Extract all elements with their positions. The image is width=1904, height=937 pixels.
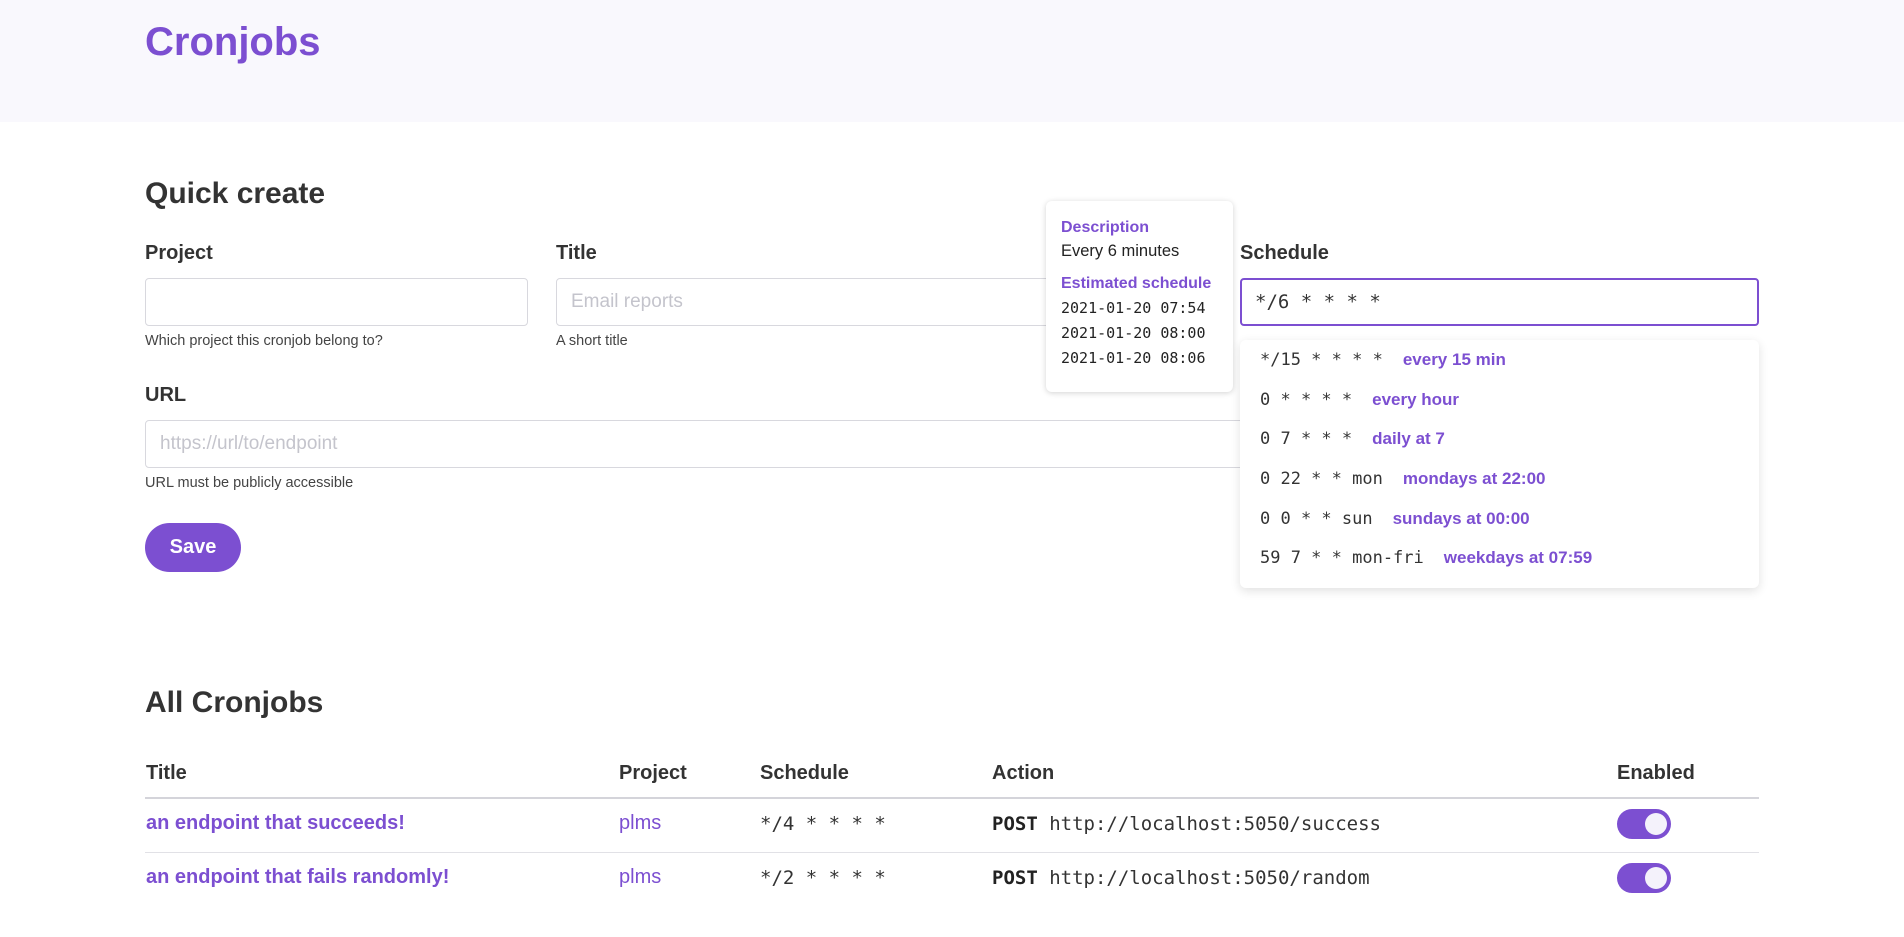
http-method: POST bbox=[992, 813, 1038, 835]
schedule-suggestions-dropdown: */15 * * * * every 15 min 0 * * * * ever… bbox=[1240, 340, 1759, 588]
quick-create-heading: Quick create bbox=[145, 177, 326, 210]
suggestion-item[interactable]: 0 * * * * every hour bbox=[1260, 380, 1459, 420]
title-label: Title bbox=[556, 242, 597, 264]
cronjob-title-link[interactable]: an endpoint that succeeds! bbox=[146, 812, 405, 835]
table-row-divider bbox=[145, 852, 1759, 853]
suggestion-item[interactable]: 0 7 * * * daily at 7 bbox=[1260, 419, 1445, 459]
endpoint-url: http://localhost:5050/success bbox=[1049, 813, 1381, 835]
suggestion-expression: 0 7 * * * bbox=[1260, 429, 1353, 449]
suggestion-description: every hour bbox=[1372, 390, 1460, 409]
schedule-input[interactable] bbox=[1240, 278, 1759, 326]
suggestion-description: sundays at 00:00 bbox=[1392, 509, 1530, 528]
suggestion-item[interactable]: 0 0 * * sun sundays at 00:00 bbox=[1260, 499, 1530, 539]
column-header-title: Title bbox=[146, 762, 187, 784]
enabled-toggle[interactable] bbox=[1617, 809, 1671, 839]
title-input[interactable] bbox=[556, 278, 1056, 326]
suggestion-description: mondays at 22:00 bbox=[1402, 469, 1546, 488]
column-header-action: Action bbox=[992, 762, 1055, 784]
tooltip-description-heading: Description bbox=[1061, 219, 1150, 236]
suggestion-item[interactable]: */15 * * * * every 15 min bbox=[1260, 340, 1506, 380]
table-header-divider bbox=[145, 797, 1759, 799]
schedule-tooltip: Description Every 6 minutes Estimated sc… bbox=[1046, 201, 1233, 392]
suggestion-item[interactable]: 0 22 * * mon mondays at 22:00 bbox=[1260, 459, 1546, 499]
project-help-text: Which project this cronjob belong to? bbox=[145, 333, 383, 349]
cronjob-action: POST http://localhost:5050/random bbox=[992, 867, 1370, 889]
cronjob-schedule: */2 * * * * bbox=[760, 867, 886, 889]
http-method: POST bbox=[992, 867, 1038, 889]
tooltip-description: Every 6 minutes bbox=[1061, 242, 1180, 260]
url-input[interactable] bbox=[145, 420, 1255, 468]
all-cronjobs-heading: All Cronjobs bbox=[145, 686, 324, 719]
estimated-time: 2021-01-20 08:06 bbox=[1061, 349, 1206, 367]
project-input[interactable] bbox=[145, 278, 528, 326]
enabled-toggle[interactable] bbox=[1617, 863, 1671, 893]
column-header-schedule: Schedule bbox=[760, 762, 849, 784]
column-header-project: Project bbox=[619, 762, 687, 784]
toggle-knob bbox=[1645, 813, 1667, 835]
cronjob-project-link[interactable]: plms bbox=[619, 866, 661, 889]
cronjob-schedule: */4 * * * * bbox=[760, 813, 886, 835]
brand-logo-text[interactable]: Cronjobs bbox=[145, 20, 321, 65]
url-help-text: URL must be publicly accessible bbox=[145, 475, 354, 491]
suggestion-expression: 59 7 * * mon-fri bbox=[1260, 548, 1424, 568]
estimated-time: 2021-01-20 07:54 bbox=[1061, 299, 1206, 317]
cronjob-action: POST http://localhost:5050/success bbox=[992, 813, 1381, 835]
title-help-text: A short title bbox=[556, 333, 628, 349]
project-label: Project bbox=[145, 242, 213, 264]
suggestion-description: daily at 7 bbox=[1372, 429, 1445, 448]
save-button[interactable]: Save bbox=[145, 523, 241, 572]
endpoint-url: http://localhost:5050/random bbox=[1049, 867, 1370, 889]
schedule-label: Schedule bbox=[1240, 242, 1329, 264]
suggestion-expression: */15 * * * * bbox=[1260, 350, 1383, 370]
suggestion-item[interactable]: 59 7 * * mon-fri weekdays at 07:59 bbox=[1260, 538, 1592, 578]
cronjob-title-link[interactable]: an endpoint that fails randomly! bbox=[146, 866, 449, 889]
suggestion-expression: 0 0 * * sun bbox=[1260, 509, 1373, 529]
suggestion-description: every 15 min bbox=[1402, 350, 1506, 369]
url-label: URL bbox=[145, 384, 187, 406]
suggestion-expression: 0 * * * * bbox=[1260, 390, 1353, 410]
column-header-enabled: Enabled bbox=[1617, 762, 1695, 784]
suggestion-expression: 0 22 * * mon bbox=[1260, 469, 1383, 489]
toggle-knob bbox=[1645, 867, 1667, 889]
estimated-time: 2021-01-20 08:00 bbox=[1061, 324, 1206, 342]
tooltip-estimated-heading: Estimated schedule bbox=[1061, 275, 1212, 292]
suggestion-description: weekdays at 07:59 bbox=[1443, 548, 1593, 567]
cronjob-project-link[interactable]: plms bbox=[619, 812, 661, 835]
